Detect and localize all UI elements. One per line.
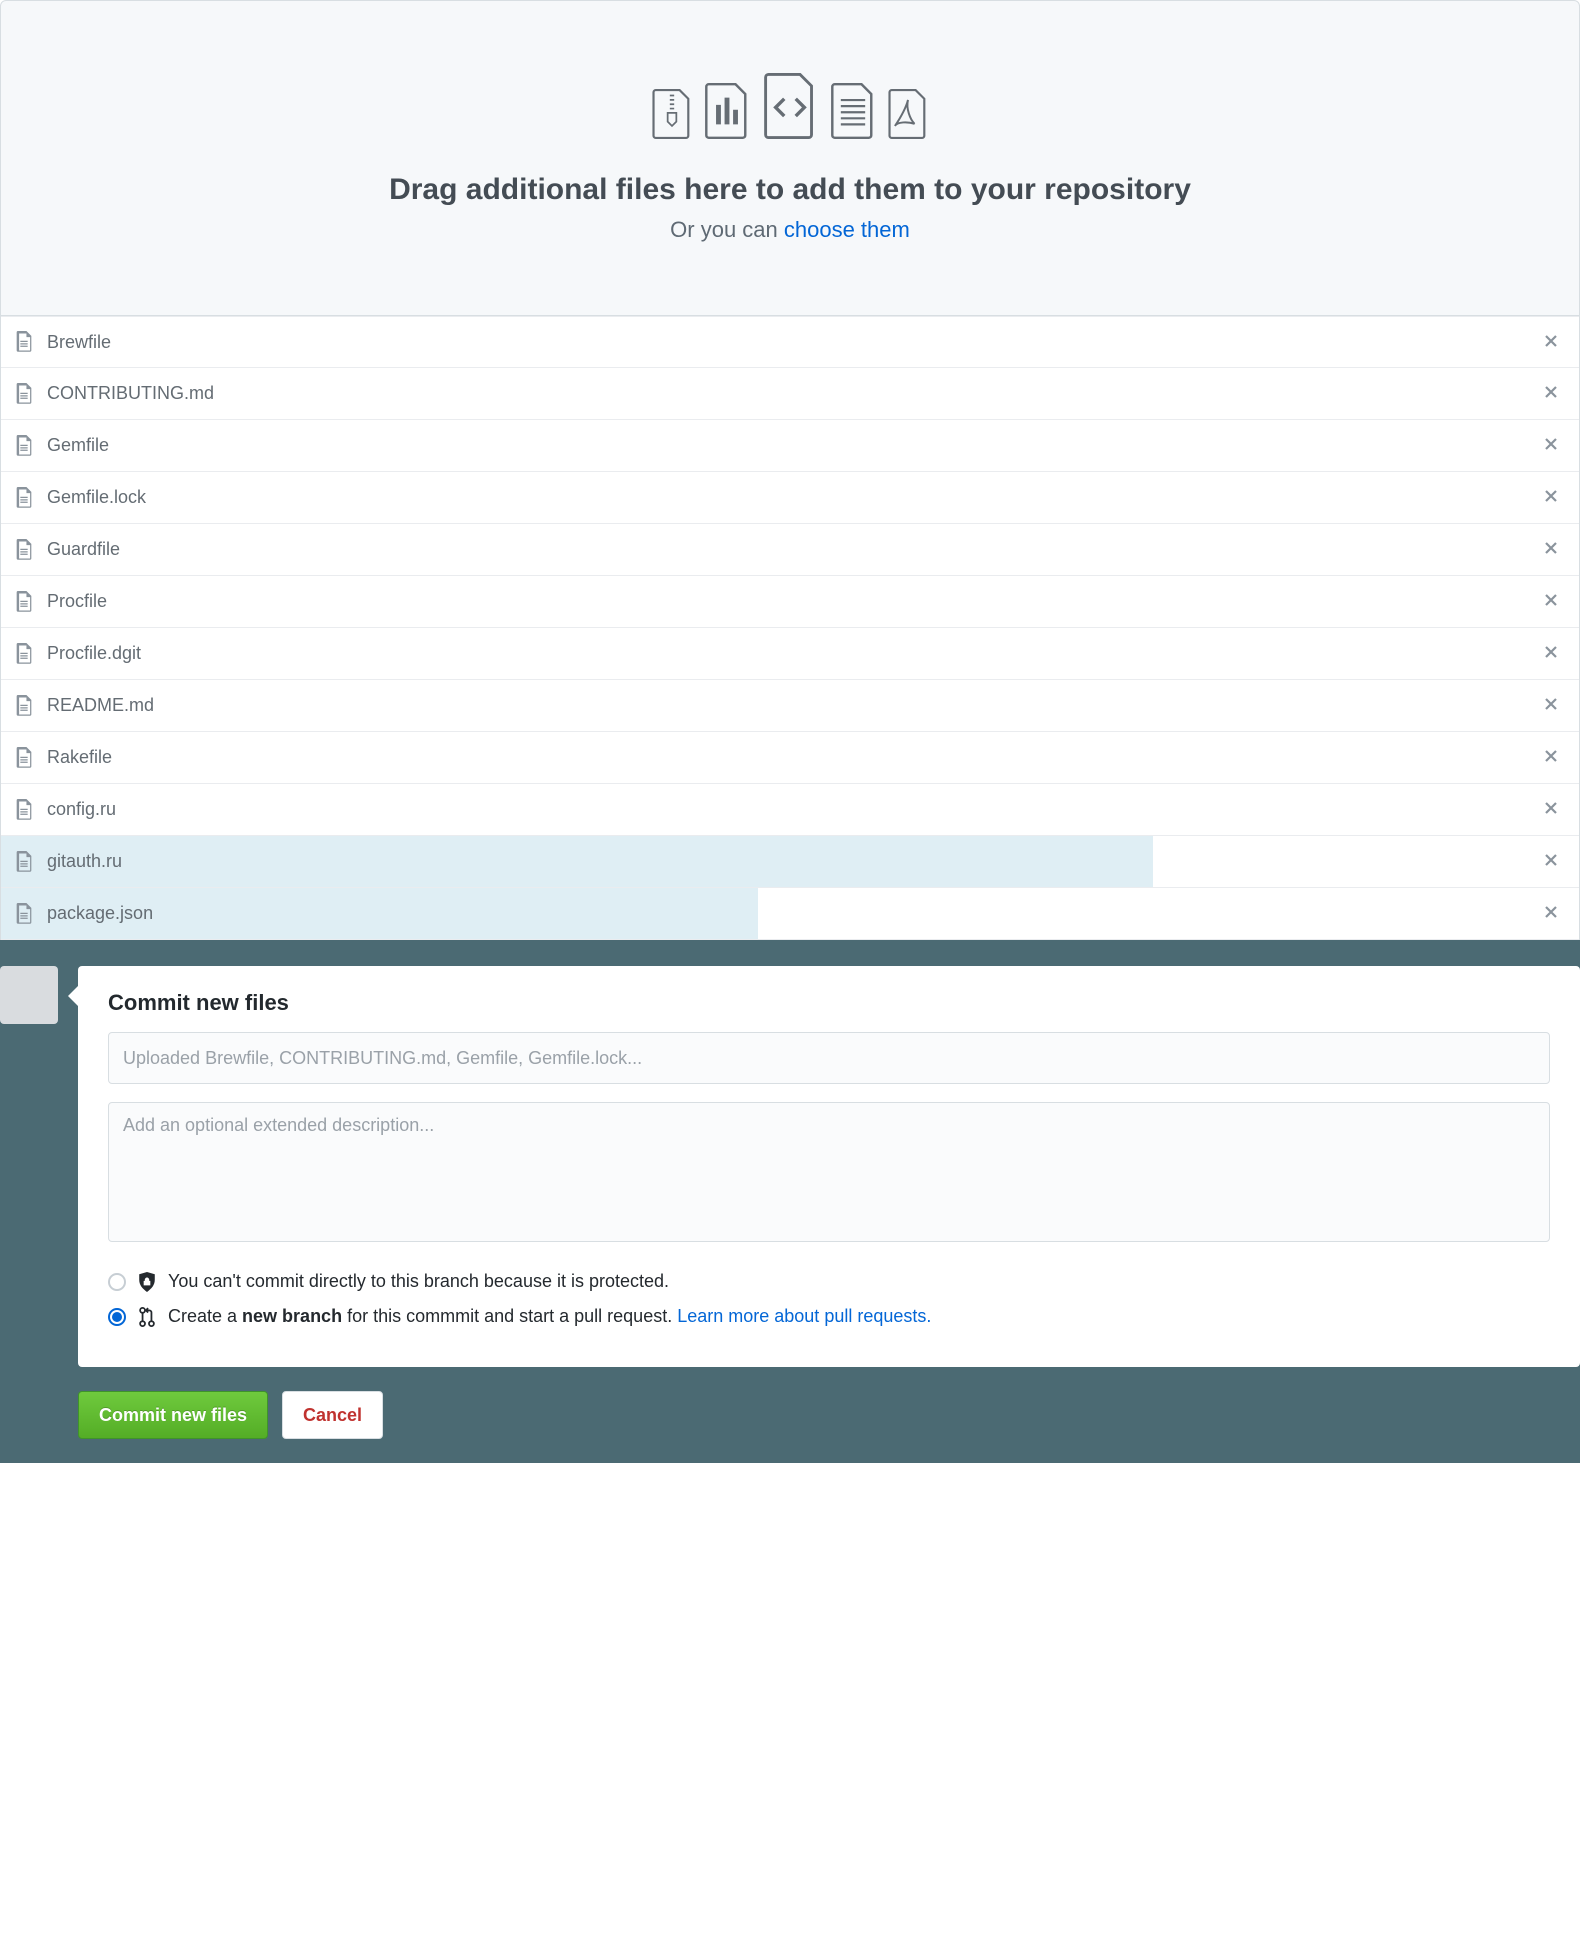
remove-file-button[interactable] [1537,482,1565,513]
file-row: gitauth.ru [1,836,1579,888]
file-name: Procfile.dgit [47,643,141,664]
file-name: Brewfile [47,332,111,353]
file-name: Procfile [47,591,107,612]
shield-lock-icon [138,1272,156,1292]
nb-prefix: Create a [168,1306,242,1326]
close-icon [1543,333,1559,349]
commit-summary-input[interactable] [108,1032,1550,1084]
close-icon [1543,592,1559,608]
file-row: Procfile.dgit [1,628,1579,680]
dropzone-sub-prefix: Or you can [670,217,784,242]
close-icon [1543,384,1559,400]
file-name: package.json [47,903,153,924]
code-file-icon [762,73,818,139]
dropzone-subtitle: Or you can choose them [21,217,1559,243]
remove-file-button[interactable] [1537,534,1565,565]
choose-files-link[interactable]: choose them [784,217,910,242]
file-row: Guardfile [1,524,1579,576]
learn-pull-requests-link[interactable]: Learn more about pull requests. [677,1306,931,1326]
remove-file-button[interactable] [1537,794,1565,825]
close-icon [1543,748,1559,764]
file-row: Rakefile [1,732,1579,784]
file-row: package.json [1,888,1579,940]
remove-file-button[interactable] [1537,327,1565,358]
commit-section: Commit new files You can't commit direct… [0,940,1580,1463]
dropzone-icon-row [21,73,1559,139]
zip-file-icon [652,89,692,139]
remove-file-button[interactable] [1537,638,1565,669]
document-icon [15,383,33,405]
text-file-icon [830,83,876,139]
file-row: Gemfile.lock [1,472,1579,524]
new-branch-text: Create a new branch for this commmit and… [168,1306,931,1327]
file-row: config.ru [1,784,1579,836]
upload-progress [1,836,1153,887]
document-icon [15,435,33,457]
pull-request-icon [138,1307,156,1327]
nb-bold: new branch [242,1306,342,1326]
file-row: README.md [1,680,1579,732]
file-dropzone[interactable]: Drag additional files here to add them t… [0,0,1580,316]
pdf-file-icon [888,89,928,139]
remove-file-button[interactable] [1537,742,1565,773]
commit-buttons: Commit new files Cancel [0,1391,1580,1439]
remove-file-button[interactable] [1537,430,1565,461]
commit-option-protected[interactable]: You can't commit directly to this branch… [108,1271,1550,1292]
document-icon [15,643,33,665]
commit-button[interactable]: Commit new files [78,1391,268,1439]
radio-new-branch[interactable] [108,1308,126,1326]
chart-file-icon [704,83,750,139]
document-icon [15,851,33,873]
document-icon [15,591,33,613]
close-icon [1543,904,1559,920]
commit-box: Commit new files You can't commit direct… [78,966,1580,1367]
close-icon [1543,852,1559,868]
document-icon [15,695,33,717]
file-row: Brewfile [1,316,1579,368]
document-icon [15,903,33,925]
remove-file-button[interactable] [1537,690,1565,721]
file-name: Rakefile [47,747,112,768]
file-row: CONTRIBUTING.md [1,368,1579,420]
close-icon [1543,540,1559,556]
file-name: config.ru [47,799,116,820]
nb-suffix: for this commmit and start a pull reques… [342,1306,677,1326]
remove-file-button[interactable] [1537,378,1565,409]
close-icon [1543,488,1559,504]
file-row: Procfile [1,576,1579,628]
document-icon [15,539,33,561]
file-row: Gemfile [1,420,1579,472]
document-icon [15,799,33,821]
file-name: Guardfile [47,539,120,560]
commit-description-input[interactable] [108,1102,1550,1242]
close-icon [1543,800,1559,816]
radio-direct-commit[interactable] [108,1273,126,1291]
document-icon [15,747,33,769]
close-icon [1543,696,1559,712]
remove-file-button[interactable] [1537,846,1565,877]
cancel-button[interactable]: Cancel [282,1391,383,1439]
commit-option-new-branch[interactable]: Create a new branch for this commmit and… [108,1306,1550,1327]
uploaded-file-list: Brewfile CONTRIBUTING.md Gemfile Gemfile.lo… [0,316,1580,940]
file-name: README.md [47,695,154,716]
remove-file-button[interactable] [1537,898,1565,929]
commit-heading: Commit new files [108,990,1550,1016]
dropzone-title: Drag additional files here to add them t… [21,173,1559,207]
close-icon [1543,644,1559,660]
avatar [0,966,58,1024]
file-name: Gemfile.lock [47,487,146,508]
remove-file-button[interactable] [1537,586,1565,617]
file-name: Gemfile [47,435,109,456]
close-icon [1543,436,1559,452]
document-icon [15,331,33,353]
protected-branch-text: You can't commit directly to this branch… [168,1271,669,1292]
file-name: gitauth.ru [47,851,122,872]
file-name: CONTRIBUTING.md [47,383,214,404]
document-icon [15,487,33,509]
